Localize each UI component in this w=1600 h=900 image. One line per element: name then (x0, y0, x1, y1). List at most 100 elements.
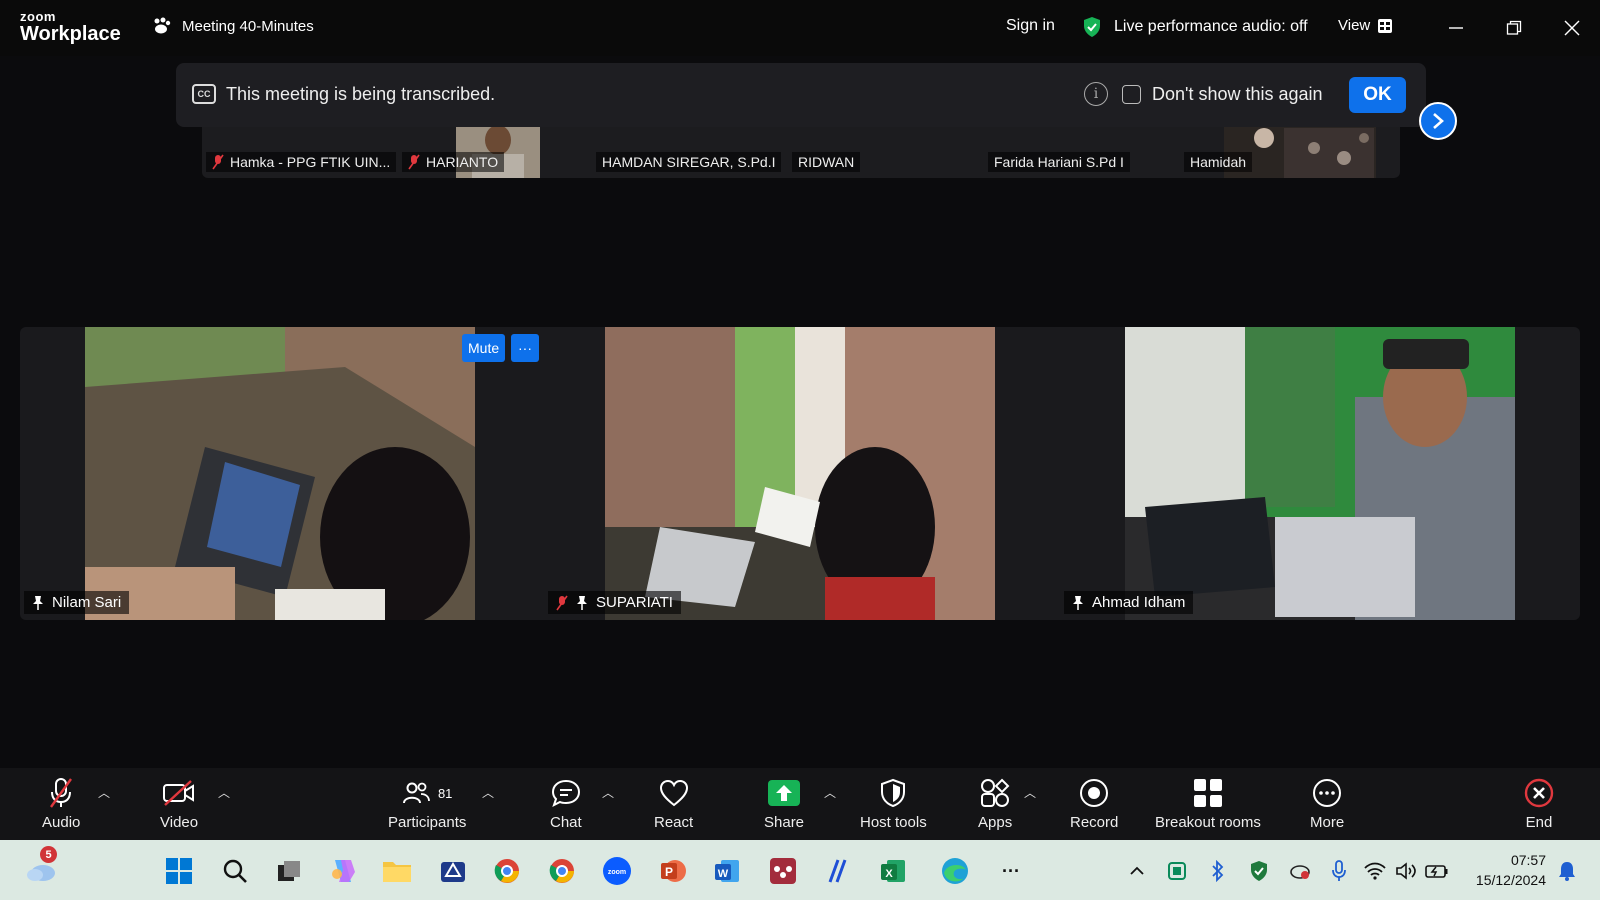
start-button[interactable] (162, 854, 196, 888)
close-icon[interactable] (1558, 14, 1586, 42)
zoom-app-icon[interactable]: zoom (600, 854, 634, 888)
share-button[interactable]: Share (764, 776, 804, 831)
more-apps-icon[interactable]: ··· (994, 854, 1028, 888)
strip-thumb[interactable]: HARIANTO (398, 118, 538, 178)
end-label: End (1525, 814, 1553, 831)
video-tile-ahmad-idham[interactable]: Ahmad Idham (1060, 327, 1580, 620)
video-options-chevron-up-icon[interactable]: ︿ (218, 784, 230, 801)
mute-button[interactable]: Mute (462, 334, 506, 362)
strip-thumb[interactable]: HAMDAN SIREGAR HAMDAN SIREGAR, S.Pd.I (592, 118, 788, 178)
live-performance-status[interactable]: Live performance audio: off (1082, 16, 1308, 38)
info-icon[interactable]: i (1084, 82, 1108, 106)
breakout-rooms-button[interactable]: Breakout rooms (1155, 776, 1261, 831)
tile-name-tag: Nilam Sari (24, 591, 130, 614)
thumb-name: HAMDAN SIREGAR, S.Pd.I (602, 154, 776, 170)
thumb-name: RIDWAN (798, 154, 855, 170)
apps-options-chevron-up-icon[interactable]: ︿ (1024, 784, 1036, 801)
more-button[interactable]: More (1310, 776, 1344, 831)
video-gallery: Mute ··· Nilam Sari SUPARIATI Ahmad Idha… (20, 327, 1580, 620)
thumb-name-tag: RIDWAN (792, 152, 861, 172)
chrome-icon[interactable] (545, 854, 579, 888)
pin-icon (1073, 595, 1083, 610)
pin-icon (577, 595, 587, 610)
video-feed (85, 327, 475, 620)
transcription-banner: CC This meeting is being transcribed. i … (176, 63, 1426, 127)
notification-bell-icon[interactable] (1554, 858, 1580, 884)
video-tile-nilam-sari[interactable]: Mute ··· Nilam Sari (20, 327, 540, 620)
tray-app-icon[interactable] (1164, 858, 1190, 884)
dont-show-checkbox[interactable] (1122, 85, 1141, 104)
record-button[interactable]: Record (1070, 776, 1118, 831)
view-button[interactable]: View (1338, 17, 1393, 34)
video-frame-image (1125, 327, 1515, 620)
share-options-chevron-up-icon[interactable]: ︿ (824, 784, 836, 801)
powerpoint-icon[interactable]: P (656, 854, 690, 888)
audio-options-chevron-up-icon[interactable]: ︿ (98, 784, 110, 801)
video-off-icon (163, 780, 195, 806)
chevron-up-icon[interactable] (1124, 858, 1150, 884)
strip-thumb[interactable]: Hamka - PPG FT... Hamka - PPG FTIK UIN..… (202, 118, 398, 178)
react-button[interactable]: React (654, 776, 693, 831)
strip-thumb[interactable]: Farida Hariani S.P... Farida Hariani S.P… (984, 118, 1180, 178)
video-tile-supariati[interactable]: SUPARIATI (540, 327, 1060, 620)
participants-icon (402, 782, 430, 804)
strip-thumb[interactable]: Hamidah (1180, 118, 1376, 178)
host-tools-button[interactable]: Host tools (860, 776, 927, 831)
thumb-name-tag: Hamidah (1184, 152, 1253, 172)
slash-app-icon[interactable] (820, 854, 854, 888)
audio-button[interactable]: Audio (42, 776, 80, 831)
video-feed (1125, 327, 1515, 620)
onedrive-error-icon[interactable] (1286, 858, 1312, 884)
record-icon (1080, 779, 1109, 807)
word-icon[interactable]: W (710, 854, 744, 888)
dont-show-label[interactable]: Don't show this again (1152, 84, 1323, 105)
participant-name: SUPARIATI (596, 594, 673, 611)
file-explorer-icon[interactable] (380, 854, 414, 888)
more-options-button[interactable]: ··· (511, 334, 539, 362)
copilot-icon[interactable] (326, 854, 360, 888)
chat-options-chevron-up-icon[interactable]: ︿ (602, 784, 614, 801)
thumb-name: Hamidah (1190, 154, 1247, 170)
closed-caption-icon: CC (192, 84, 216, 104)
task-view-icon[interactable] (272, 854, 306, 888)
more-dots-icon (1313, 779, 1342, 807)
thumb-name: Farida Hariani S.Pd I (994, 154, 1124, 170)
sign-in-link[interactable]: Sign in (1006, 17, 1055, 35)
volume-icon[interactable] (1394, 858, 1420, 884)
mendeley-icon[interactable] (766, 854, 800, 888)
svg-text:X: X (885, 868, 893, 880)
meeting-info-button[interactable]: Meeting 40-Minutes (152, 17, 314, 35)
restore-icon[interactable] (1500, 14, 1528, 42)
security-shield-icon[interactable] (1246, 858, 1272, 884)
participants-count: 81 (437, 785, 453, 801)
chat-button[interactable]: Chat (550, 776, 582, 831)
edge-icon[interactable] (938, 854, 972, 888)
live-performance-label: Live performance audio: off (1114, 18, 1308, 35)
mic-muted-icon (556, 595, 568, 610)
ok-button[interactable]: OK (1349, 77, 1406, 113)
minimize-icon[interactable] (1442, 14, 1470, 42)
taskbar-clock[interactable]: 07:57 15/12/2024 (1466, 850, 1546, 890)
chrome-profile-icon[interactable] (490, 854, 524, 888)
video-button[interactable]: Video (160, 776, 198, 831)
microphone-icon[interactable] (1326, 858, 1352, 884)
zoom-logo: zoom Workplace (20, 10, 121, 44)
excel-icon[interactable]: X (876, 854, 910, 888)
next-page-button[interactable] (1419, 102, 1457, 140)
tile-name-tag: SUPARIATI (548, 591, 681, 614)
bluetooth-icon[interactable] (1205, 858, 1231, 884)
share-screen-icon (768, 780, 801, 806)
heart-icon (659, 779, 688, 807)
battery-icon[interactable] (1424, 858, 1450, 884)
wifi-icon[interactable] (1362, 858, 1388, 884)
strip-thumb[interactable]: RIDWAN RIDWAN (788, 118, 984, 178)
apps-button[interactable]: Apps (978, 776, 1012, 831)
search-icon[interactable] (218, 854, 252, 888)
end-meeting-button[interactable]: End (1524, 776, 1554, 831)
participants-options-chevron-up-icon[interactable]: ︿ (482, 784, 494, 801)
share-label: Share (764, 814, 805, 831)
store-icon[interactable] (436, 854, 470, 888)
participants-button[interactable]: 81 Participants (388, 776, 466, 831)
participant-name: Nilam Sari (52, 594, 122, 611)
thumb-name: Hamka - PPG FTIK UIN... (230, 154, 391, 170)
